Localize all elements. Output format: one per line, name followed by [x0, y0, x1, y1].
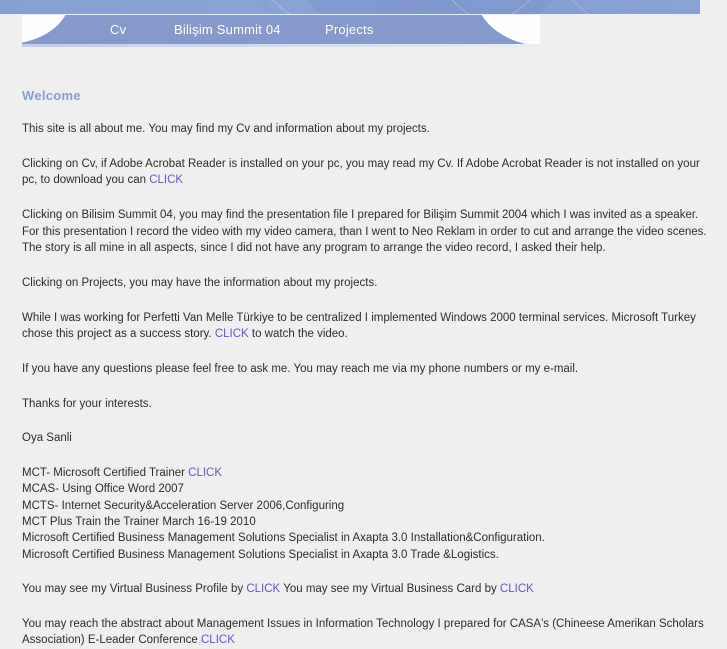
- top-banner: [0, 0, 700, 14]
- acrobat-paragraph: Clicking on Cv, if Adobe Acrobat Reader …: [22, 156, 711, 189]
- nav-item-projects[interactable]: Projects: [325, 22, 374, 37]
- nav-item-cv[interactable]: Cv: [110, 22, 126, 37]
- virtual-business-profile-click-link[interactable]: CLICK: [246, 583, 280, 595]
- navigation-links: Cv Bilişim Summit 04 Projects: [22, 15, 540, 44]
- acrobat-paragraph-text: Clicking on Cv, if Adobe Acrobat Reader …: [22, 157, 700, 187]
- page-title: Welcome: [22, 88, 81, 103]
- intro-paragraph: This site is all about me. You may find …: [22, 123, 430, 135]
- list-item: MCT Plus Train the Trainer March 16-19 2…: [22, 516, 256, 529]
- page-content: Welcome This site is all about me. You m…: [0, 60, 727, 649]
- perfetti-paragraph-text-after: to watch the video.: [248, 328, 348, 341]
- virtual-profile-text: You may see my Virtual Business Profile …: [22, 583, 247, 596]
- acrobat-download-click-link[interactable]: CLICK: [149, 174, 183, 186]
- perfetti-paragraph: While I was working for Perfetti Van Mel…: [22, 310, 711, 343]
- casa-paragraph: You may reach the abstract about Managem…: [22, 616, 711, 649]
- banner-arc-decoration: [560, 0, 700, 14]
- list-item: MCAS- Using Office Word 2007: [22, 483, 184, 496]
- list-item: MCTS- Internet Security&Acceleration Ser…: [22, 499, 345, 512]
- mct-click-link[interactable]: CLICK: [188, 467, 222, 479]
- casa-abstract-click-link[interactable]: CLICK: [201, 634, 235, 646]
- certification-text: MCT- Microsoft Certified Trainer: [22, 467, 189, 480]
- perfetti-video-click-link[interactable]: CLICK: [215, 328, 249, 340]
- main-navigation: Cv Bilişim Summit 04 Projects: [22, 15, 540, 44]
- list-item: Microsoft Certified Business Management …: [22, 548, 499, 561]
- thanks-paragraph: Thanks for your interests.: [22, 397, 152, 410]
- banner-shade-decoration: [300, 0, 560, 14]
- virtual-business-paragraph: You may see my Virtual Business Profile …: [22, 581, 711, 598]
- questions-paragraph: If you have any questions please feel fr…: [22, 363, 579, 376]
- certifications-list: MCT- Microsoft Certified Trainer CLICK M…: [22, 465, 711, 563]
- perfetti-paragraph-text-before: While I was working for Perfetti Van Mel…: [22, 311, 696, 341]
- virtual-card-text: You may see my Virtual Business Card by: [280, 583, 500, 596]
- projects-paragraph: Clicking on Projects, you may have the i…: [22, 277, 378, 290]
- casa-paragraph-text: You may reach the abstract about Managem…: [22, 617, 704, 647]
- nav-item-bilisim-summit-04[interactable]: Bilişim Summit 04: [174, 22, 281, 37]
- virtual-business-card-click-link[interactable]: CLICK: [500, 583, 534, 595]
- signature: Oya Sanli: [22, 432, 72, 445]
- list-item: Microsoft Certified Business Management …: [22, 532, 545, 545]
- summit-paragraph: Clicking on Bilisim Summit 04, you may f…: [22, 209, 707, 255]
- nav-underline-decoration: [22, 44, 540, 47]
- list-item: MCT- Microsoft Certified Trainer CLICK: [22, 465, 711, 481]
